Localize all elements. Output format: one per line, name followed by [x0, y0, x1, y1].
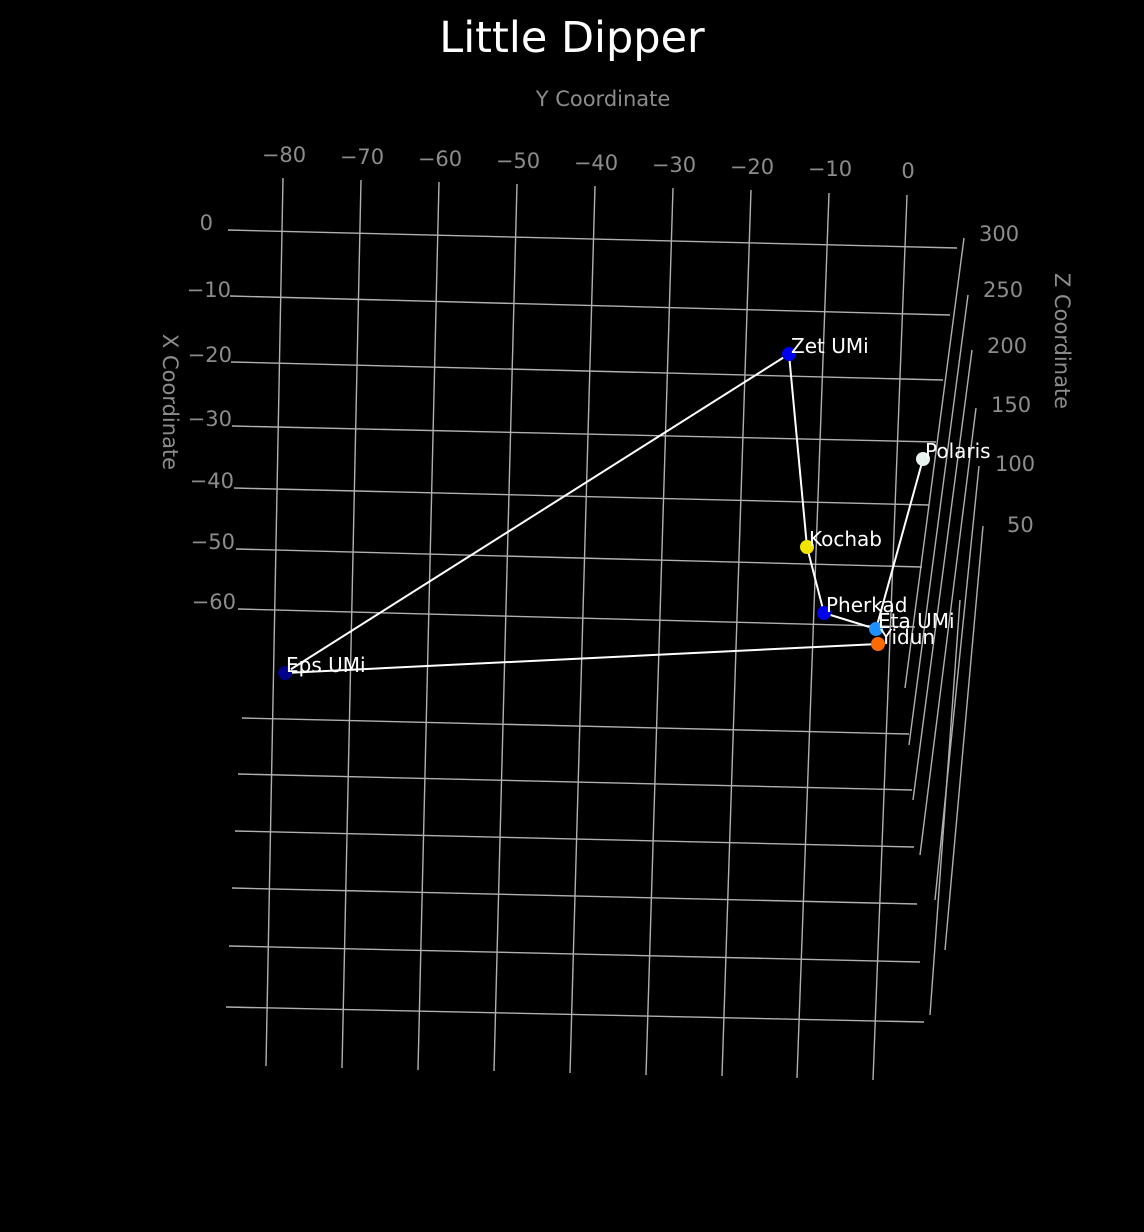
grid-line-horizontal	[225, 1006, 925, 1023]
x-tick-label: −20	[188, 343, 232, 367]
x-tick-label: −60	[192, 590, 236, 614]
grid-line-horizontal	[234, 830, 915, 848]
star-label: Kochab	[809, 527, 882, 551]
y-tick-label: −70	[340, 145, 384, 169]
z-tick-label: 100	[995, 452, 1035, 476]
constellation-line	[788, 353, 808, 548]
y-axis-ticks: −80 −70 −60 −50 −40 −30 −20 −10 0	[262, 143, 915, 183]
z-tick-label: 300	[979, 222, 1019, 246]
z-tick-label: 50	[1007, 513, 1034, 537]
grid-line-vertical	[796, 192, 830, 1079]
y-tick-label: −30	[652, 153, 696, 177]
grid-line-horizontal	[228, 945, 921, 963]
grid-line-vertical	[569, 185, 596, 1074]
y-tick-label: −20	[730, 155, 774, 179]
grid-line-depth	[908, 294, 969, 746]
grid-line-vertical	[493, 183, 518, 1072]
grid-line-horizontal	[231, 425, 937, 443]
z-tick-label: 200	[987, 334, 1027, 358]
grid-line-vertical	[417, 181, 440, 1071]
x-tick-label: 0	[200, 211, 213, 235]
x-tick-label: −30	[188, 407, 232, 431]
y-tick-label: −60	[418, 147, 462, 171]
x-axis-label: X Coordinate	[158, 334, 182, 470]
grid-line-horizontal	[237, 773, 913, 791]
y-tick-label: −10	[808, 157, 852, 181]
chart-container: Little Dipper −80 −70 −60 −50 −40 −30 −20 −10 0 …	[0, 0, 1144, 1228]
star-label: Polaris	[925, 439, 991, 463]
grid-line-depth	[929, 599, 961, 1016]
star-label: Eps UMi	[286, 653, 366, 677]
star-label: Zet UMi	[791, 334, 869, 358]
star-points: PolarisZet UMiKochabPherkadEta UMiYidunE…	[278, 334, 991, 680]
y-tick-label: −40	[574, 151, 618, 175]
x-axis-ticks: 0 −10 −20 −30 −40 −50 −60	[187, 211, 236, 614]
z-tick-label: 250	[983, 278, 1023, 302]
y-tick-label: −50	[496, 149, 540, 173]
x-tick-label: −50	[191, 530, 235, 554]
grid-line-horizontal	[230, 361, 944, 381]
grid-line-horizontal	[227, 229, 958, 249]
grid-line-depth	[912, 349, 973, 801]
chart-title: Little Dipper	[439, 13, 705, 63]
grid-line-vertical	[341, 179, 362, 1069]
z-axis-label: Z Coordinate	[1050, 273, 1074, 409]
grid-line-vertical	[645, 187, 674, 1076]
y-tick-label: −80	[262, 143, 306, 167]
grid-line-vertical	[265, 177, 284, 1067]
grid-line-horizontal	[235, 548, 923, 568]
y-axis-label: Y Coordinate	[535, 87, 671, 111]
grid-line-vertical	[721, 189, 752, 1077]
x-tick-label: −40	[190, 469, 234, 493]
y-tick-label: 0	[901, 159, 914, 183]
z-axis-ticks: 300 250 200 150 100 50	[979, 222, 1035, 537]
z-tick-label: 150	[991, 393, 1031, 417]
grid-line-horizontal	[233, 487, 930, 506]
x-tick-label: −10	[187, 278, 231, 302]
constellation-line	[284, 353, 790, 674]
chart-3d-plot[interactable]: Little Dipper −80 −70 −60 −50 −40 −30 −20 −10 0 …	[0, 0, 1144, 1228]
star-label: Yidun	[879, 625, 935, 649]
grid-line-horizontal	[229, 295, 951, 316]
